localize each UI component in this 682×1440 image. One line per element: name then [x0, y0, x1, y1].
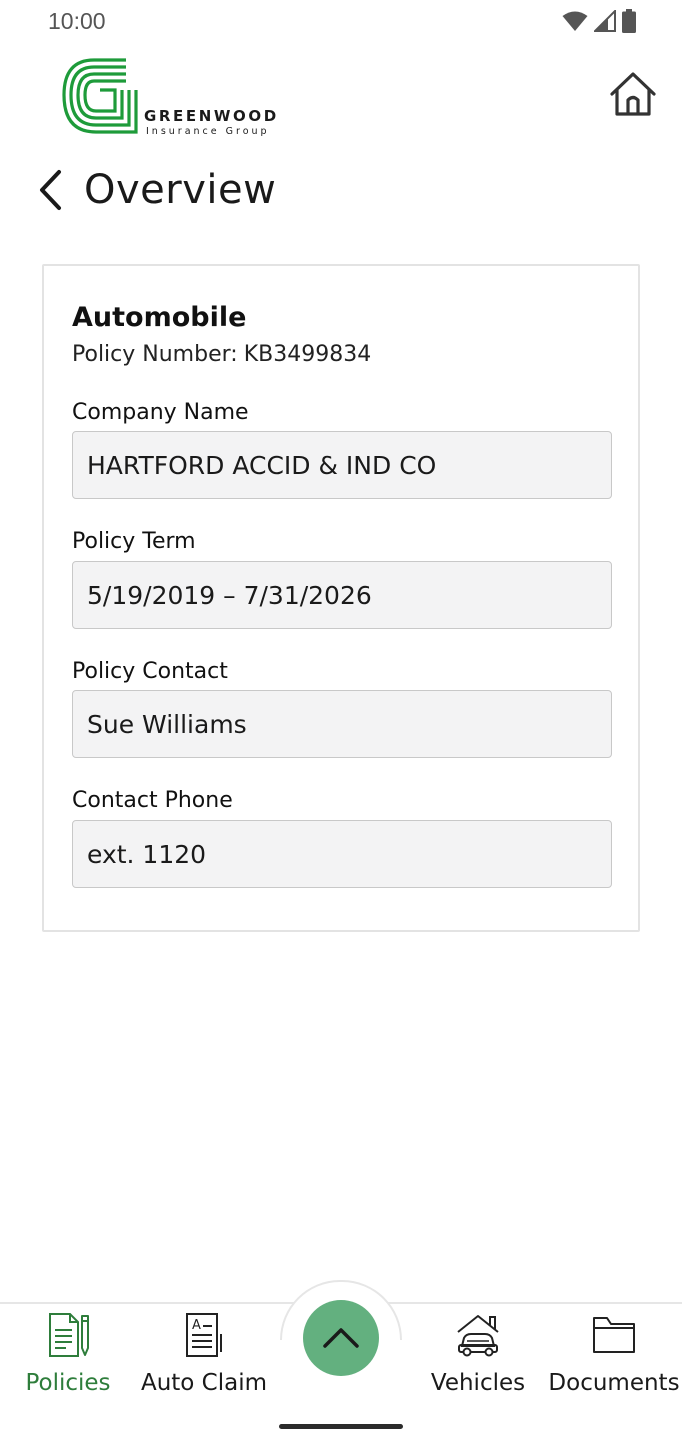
- gesture-home-indicator[interactable]: [279, 1424, 403, 1429]
- car-garage-icon: [454, 1310, 502, 1360]
- greenwood-g-mark: [62, 58, 138, 134]
- cell-signal-icon: [594, 10, 616, 32]
- nav-label-vehicles: Vehicles: [430, 1370, 526, 1396]
- policy-card: Automobile Policy Number: KB3499834 Compa…: [42, 264, 640, 932]
- chevron-up-icon: [323, 1328, 359, 1348]
- company-name-label: Company Name: [72, 400, 249, 425]
- nav-label-auto-claim: Auto Claim: [140, 1370, 268, 1396]
- nav-item-documents[interactable]: Documents: [548, 1310, 680, 1396]
- page-header: Overview: [30, 160, 276, 220]
- nav-label-policies: Policies: [25, 1370, 111, 1396]
- policy-type: Automobile: [72, 302, 247, 333]
- logo-subtitle: Insurance Group: [146, 126, 270, 137]
- nav-item-policies[interactable]: Policies: [20, 1310, 116, 1396]
- policy-number-value: KB3499834: [243, 342, 372, 367]
- status-icons: [562, 9, 636, 33]
- chevron-left-icon: [40, 170, 61, 210]
- home-icon: [610, 72, 656, 116]
- company-name-field[interactable]: HARTFORD ACCID & IND CO: [72, 431, 612, 499]
- page-title: Overview: [84, 167, 277, 213]
- logo-wordmark: GREENWOOD: [144, 107, 279, 125]
- wifi-icon: [562, 11, 588, 31]
- policy-document-icon: [44, 1310, 92, 1360]
- contact-phone-value: ext. 1120: [87, 839, 207, 869]
- greenwood-logo: GREENWOOD Insurance Group: [60, 50, 300, 140]
- back-button[interactable]: [30, 162, 70, 218]
- nav-label-documents: Documents: [548, 1370, 680, 1396]
- policy-contact-label: Policy Contact: [72, 659, 228, 684]
- nav-item-vehicles[interactable]: Vehicles: [426, 1310, 530, 1396]
- policy-term-value: 5/19/2019 – 7/31/2026: [87, 580, 372, 610]
- company-name-value: HARTFORD ACCID & IND CO: [87, 450, 437, 480]
- home-button[interactable]: [606, 68, 660, 122]
- contact-phone-field[interactable]: ext. 1120: [72, 820, 612, 888]
- nav-item-auto-claim[interactable]: A Auto Claim: [138, 1310, 270, 1396]
- policy-contact-field[interactable]: Sue Williams: [72, 690, 612, 758]
- claim-form-icon: A: [180, 1310, 228, 1360]
- folder-icon: [590, 1310, 638, 1360]
- status-bar: 10:00: [0, 0, 682, 44]
- policy-number: Policy Number: KB3499834: [72, 342, 371, 367]
- policy-term-label: Policy Term: [72, 529, 196, 554]
- policy-contact-value: Sue Williams: [87, 709, 247, 739]
- policy-number-label: Policy Number:: [72, 342, 238, 367]
- policy-term-field[interactable]: 5/19/2019 – 7/31/2026: [72, 561, 612, 629]
- contact-phone-label: Contact Phone: [72, 788, 233, 813]
- svg-text:A: A: [192, 1318, 201, 1333]
- expand-menu-button[interactable]: [303, 1300, 379, 1376]
- status-time: 10:00: [48, 8, 106, 34]
- battery-icon: [622, 9, 636, 33]
